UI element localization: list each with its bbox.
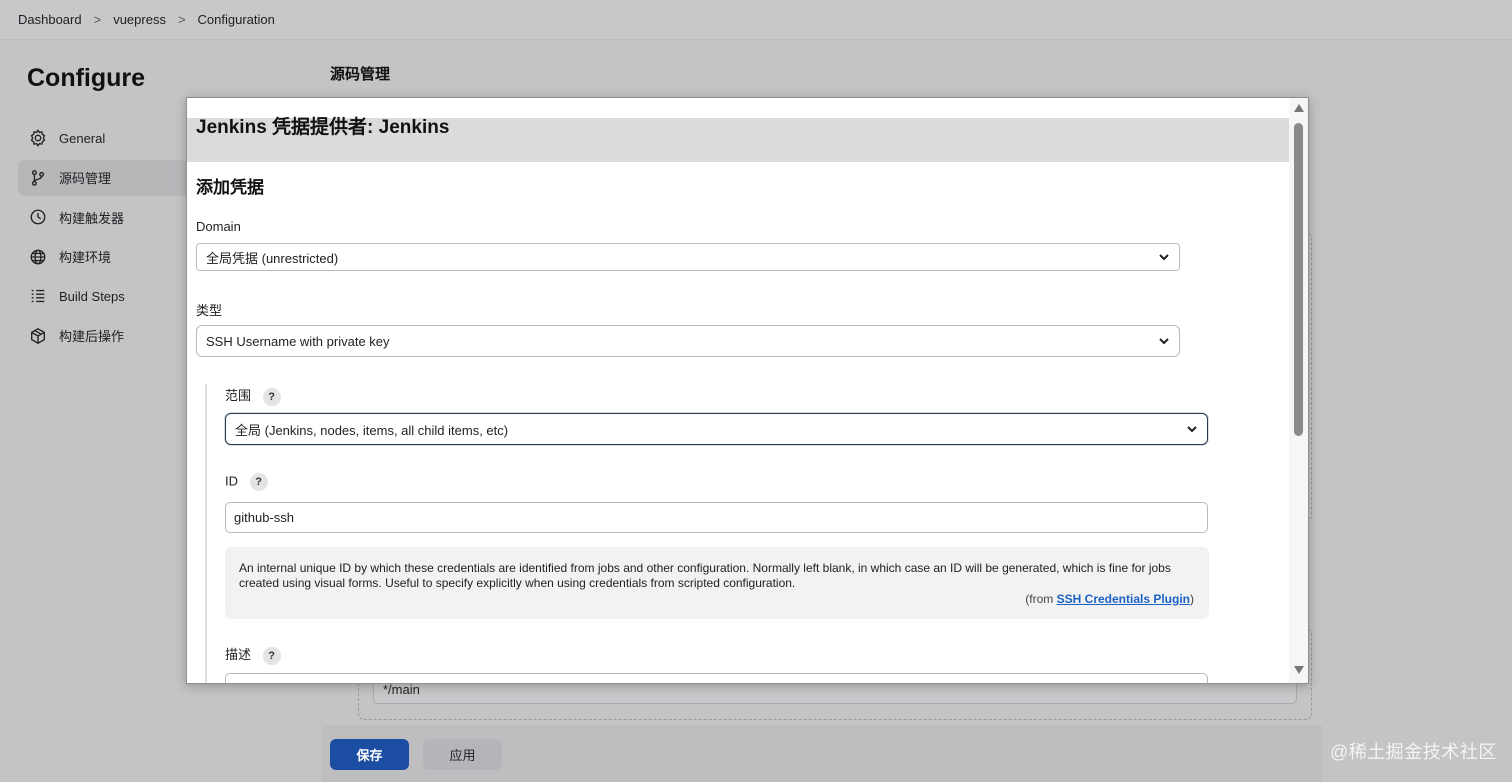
scroll-up-arrow-icon[interactable] xyxy=(1294,104,1304,112)
add-credentials-dialog: Jenkins 凭据提供者: Jenkins 添加凭据 Domain 全局凭据 … xyxy=(186,97,1309,684)
kind-select-value: SSH Username with private key xyxy=(206,333,390,349)
description-help-icon[interactable]: ? xyxy=(262,646,281,665)
chevron-down-icon xyxy=(1157,334,1171,348)
page-title: Configure xyxy=(27,64,146,92)
help-source: (from SSH Credentials Plugin) xyxy=(1025,592,1194,607)
section-title: 源码管理 xyxy=(330,66,391,83)
add-credentials-heading: 添加凭据 xyxy=(196,178,264,197)
sidebar-item-build-environment[interactable]: 构建环境 xyxy=(18,239,188,275)
branch-icon xyxy=(29,169,47,187)
id-label-row: ID ? xyxy=(225,473,268,491)
breadcrumb-configuration[interactable]: Configuration xyxy=(198,12,275,27)
id-label: ID xyxy=(225,473,238,489)
chevron-right-icon: > xyxy=(177,12,186,27)
scope-label-row: 范围 ? xyxy=(225,385,281,406)
watermark: @稀土掘金技术社区 xyxy=(1330,742,1497,762)
id-help-box: An internal unique ID by which these cre… xyxy=(225,547,1209,619)
timer-icon xyxy=(29,208,47,226)
scroll-down-arrow-icon[interactable] xyxy=(1294,666,1304,674)
nested-section-line xyxy=(205,384,207,683)
breadcrumb-vuepress[interactable]: vuepress xyxy=(113,12,166,27)
help-source-suffix: ) xyxy=(1190,591,1194,606)
list-icon xyxy=(29,287,47,305)
sidebar-item-label: General xyxy=(59,130,106,146)
sidebar-item-label: Build Steps xyxy=(59,288,125,304)
sidebar-item-build-steps[interactable]: Build Steps xyxy=(18,278,188,314)
sidebar-item-label: 构建环境 xyxy=(59,250,112,265)
globe-icon xyxy=(29,248,47,266)
chevron-down-icon xyxy=(1157,250,1171,264)
sidebar-item-scm[interactable]: 源码管理 xyxy=(18,159,188,196)
kind-label: 类型 xyxy=(196,303,223,318)
chevron-right-icon: > xyxy=(93,12,102,27)
dialog-scrollbar[interactable] xyxy=(1289,98,1308,683)
sidebar-item-general[interactable]: General xyxy=(18,120,188,156)
id-help-text: An internal unique ID by which these cre… xyxy=(239,561,1171,590)
description-label-row: 描述 ? xyxy=(225,644,281,665)
scope-select-value: 全局 (Jenkins, nodes, items, all child ite… xyxy=(235,422,509,438)
scope-select[interactable]: 全局 (Jenkins, nodes, items, all child ite… xyxy=(225,413,1208,445)
ssh-credentials-plugin-link[interactable]: SSH Credentials Plugin xyxy=(1057,592,1190,606)
domain-label: Domain xyxy=(196,219,241,234)
breadcrumb: Dashboard > vuepress > Configuration xyxy=(0,0,1512,40)
dialog-title: Jenkins 凭据提供者: Jenkins xyxy=(196,117,450,138)
chevron-down-icon xyxy=(1185,422,1199,436)
id-help-icon[interactable]: ? xyxy=(249,473,268,491)
id-input[interactable]: github-ssh xyxy=(225,502,1208,533)
sidebar-item-label: 构建触发器 xyxy=(59,210,125,226)
sidebar-item-post-build[interactable]: 构建后操作 xyxy=(18,318,188,354)
sidebar: General 源码管理 构建触发器 构建环境 Build Steps 构建后操… xyxy=(18,120,188,357)
domain-select[interactable]: 全局凭据 (unrestricted) xyxy=(196,243,1180,271)
gear-icon xyxy=(29,129,47,147)
description-input[interactable] xyxy=(225,673,1208,683)
scope-help-icon[interactable]: ? xyxy=(262,387,281,406)
sidebar-item-build-triggers[interactable]: 构建触发器 xyxy=(18,199,188,235)
domain-select-value: 全局凭据 (unrestricted) xyxy=(206,250,339,266)
description-label: 描述 xyxy=(225,647,252,662)
sidebar-item-label: 构建后操作 xyxy=(59,329,125,344)
package-icon xyxy=(29,327,47,345)
breadcrumb-dashboard[interactable]: Dashboard xyxy=(18,12,82,27)
scope-label: 范围 xyxy=(225,388,252,403)
apply-button[interactable]: 应用 xyxy=(423,739,502,770)
sidebar-item-label: 源码管理 xyxy=(59,171,112,186)
scrollbar-thumb[interactable] xyxy=(1294,123,1303,436)
save-button[interactable]: 保存 xyxy=(330,739,409,770)
help-source-prefix: (from xyxy=(1025,591,1057,606)
kind-select[interactable]: SSH Username with private key xyxy=(196,325,1180,357)
